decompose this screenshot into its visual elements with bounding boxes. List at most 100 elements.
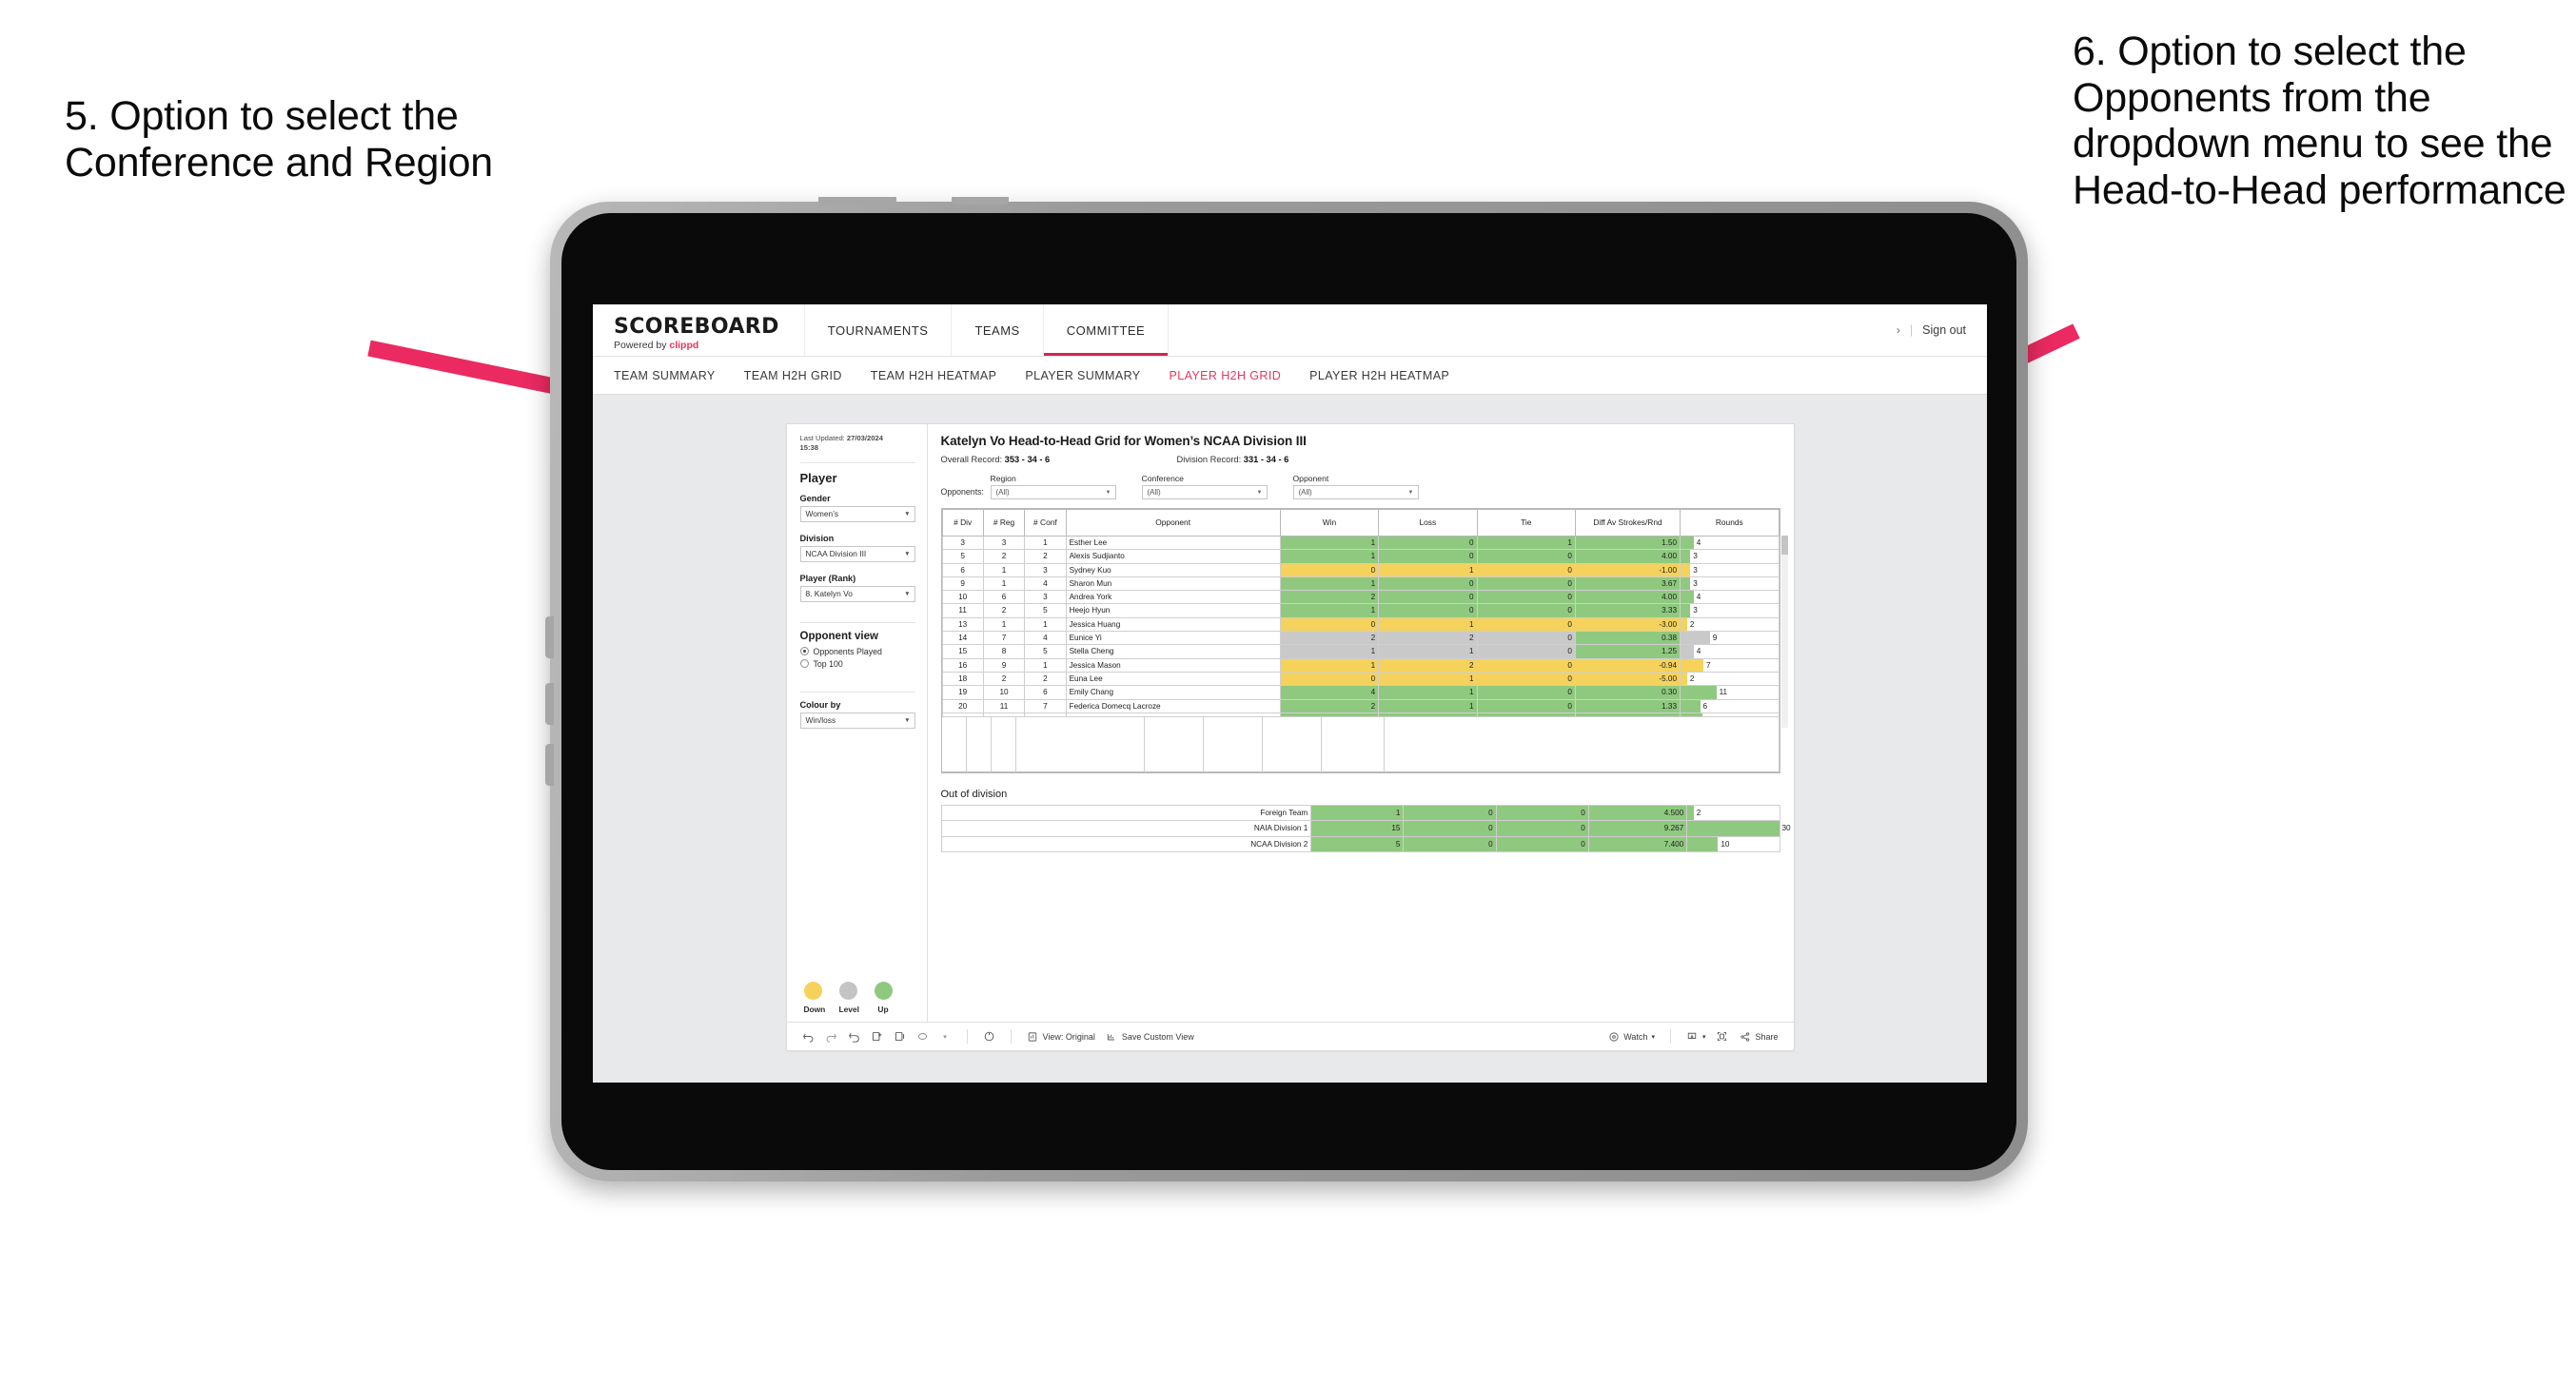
- list-item[interactable]: Foreign Team 1 0 0 4.500 2: [940, 804, 1780, 822]
- table-row[interactable]: 5 2 2 Alexis Sudjianto 1 0 0 4.00 3: [941, 549, 1780, 564]
- cell-opponent: [1065, 712, 1281, 717]
- cell-conf: 3: [1024, 590, 1067, 605]
- colour-by-select[interactable]: Win/loss ▼: [799, 712, 915, 729]
- rounds-bar: [1687, 836, 1719, 852]
- view-original-label: View: Original: [1042, 1031, 1095, 1042]
- cell-loss: 0: [1403, 820, 1497, 837]
- player-rank-value: 8. Katelyn Vo: [805, 589, 853, 598]
- table-row[interactable]: 10 6 3 Andrea York 2 0 0 4.00 4: [941, 590, 1780, 605]
- header-divider: |: [1909, 323, 1914, 337]
- radio-opponents-played[interactable]: Opponents Played: [799, 647, 915, 656]
- fullscreen-icon[interactable]: [1716, 1030, 1728, 1043]
- col-rounds: Rounds: [1680, 509, 1780, 537]
- list-item[interactable]: NCAA Division 2 5 0 0 7.400 10: [940, 835, 1780, 853]
- last-updated-label: Last Updated:: [799, 434, 847, 442]
- cell-conf: 2: [1024, 549, 1067, 564]
- opponent-select[interactable]: (All) ▼: [1292, 485, 1419, 499]
- filters-sidebar: Last Updated: 27/03/2024 15:38 Player Ge…: [787, 424, 928, 1022]
- grid-scrollbar-thumb[interactable]: [1780, 536, 1788, 555]
- cell-loss: 0: [1378, 576, 1478, 592]
- share-button[interactable]: Share: [1739, 1030, 1779, 1043]
- nav-tournaments[interactable]: TOURNAMENTS: [805, 304, 953, 356]
- redo-icon[interactable]: [825, 1030, 837, 1043]
- primary-nav: TOURNAMENTS TEAMS COMMITTEE: [805, 304, 1170, 356]
- division-select[interactable]: NCAA Division III ▼: [799, 545, 915, 562]
- download-button[interactable]: ▾: [1686, 1030, 1705, 1043]
- cell-div: [941, 712, 984, 717]
- refresh-icon[interactable]: [871, 1030, 883, 1043]
- cell-opponent: Eunice Yi: [1065, 631, 1281, 646]
- table-row[interactable]: 18 2 2 Euna Lee 0 1 0 -5.00 2: [941, 671, 1780, 687]
- cell-loss: 1: [1378, 685, 1478, 700]
- chevron-right-icon[interactable]: ›: [1897, 323, 1900, 337]
- cell-loss: 0: [1378, 549, 1478, 564]
- cell-win: [1279, 712, 1380, 717]
- pause-updates-icon[interactable]: [894, 1030, 906, 1043]
- cell-rounds: [1680, 712, 1780, 717]
- gender-select[interactable]: Women’s ▼: [799, 505, 915, 522]
- rounds-bar: [1681, 686, 1717, 699]
- undo-icon[interactable]: [802, 1030, 815, 1043]
- view-original-button[interactable]: View: Original: [1027, 1030, 1095, 1043]
- power-button[interactable]: [818, 197, 896, 205]
- tab-team-summary[interactable]: TEAM SUMMARY: [614, 369, 716, 382]
- table-row[interactable]: 19 10 6 Emily Chang 4 1 0 0.30 11: [941, 685, 1780, 700]
- sign-out-link[interactable]: Sign out: [1922, 323, 1966, 337]
- radio-icon: [799, 659, 809, 668]
- reset-icon[interactable]: [983, 1030, 995, 1043]
- tab-player-summary[interactable]: PLAYER SUMMARY: [1025, 369, 1140, 382]
- division-value: NCAA Division III: [805, 549, 867, 558]
- region-select[interactable]: (All) ▼: [990, 485, 1116, 499]
- tab-player-h2h-heatmap[interactable]: PLAYER H2H HEATMAP: [1309, 369, 1449, 382]
- tab-team-h2h-heatmap[interactable]: TEAM H2H HEATMAP: [871, 369, 997, 382]
- toolbar-divider-3: [1669, 1029, 1671, 1044]
- tab-player-h2h-grid[interactable]: PLAYER H2H GRID: [1170, 369, 1282, 382]
- player-rank-select[interactable]: 8. Katelyn Vo ▼: [799, 585, 915, 602]
- watch-label: Watch: [1623, 1031, 1648, 1042]
- volume-up-button[interactable]: [545, 616, 554, 658]
- filter-region: Region (All) ▼: [990, 474, 1116, 499]
- annotation-left-text: 5. Option to select the Conference and R…: [65, 93, 494, 185]
- nav-teams[interactable]: TEAMS: [952, 304, 1044, 356]
- grid-scrollbar[interactable]: [1780, 536, 1788, 728]
- cell-conf: 4: [1024, 631, 1067, 646]
- table-row[interactable]: 14 7 4 Eunice Yi 2 2 0 0.38 9: [941, 631, 1780, 646]
- radio-top-100[interactable]: Top 100: [799, 659, 915, 669]
- table-row[interactable]: 11 2 5 Heejo Hyun 1 0 0 3.33 3: [941, 603, 1780, 618]
- cell-opponent: Euna Lee: [1065, 671, 1281, 687]
- cell-loss: 2: [1378, 657, 1478, 673]
- highlight-icon[interactable]: [916, 1030, 929, 1043]
- volume-down-button[interactable]: [545, 683, 554, 725]
- cell-tie: 0: [1495, 804, 1589, 822]
- highlight-dropdown-icon[interactable]: ▾: [939, 1030, 952, 1043]
- table-row[interactable]: 20 11 7 Federica Domecq Lacroze 2 1 0 1.33 6: [941, 698, 1780, 713]
- cell-win: 1: [1279, 603, 1380, 618]
- mute-button[interactable]: [545, 744, 554, 786]
- cell-tie: 0: [1476, 562, 1576, 577]
- cell-loss: 1: [1378, 671, 1478, 687]
- table-row[interactable]: 15 8 5 Stella Cheng 1 1 0 1.25 4: [941, 644, 1780, 659]
- table-row[interactable]: 9 1 4 Sharon Mun 1 0 0 3.67 3: [941, 576, 1780, 592]
- table-row[interactable]: 3 3 1 Esther Lee 1 0 1 1.50 4: [941, 535, 1780, 551]
- cell-tie: 0: [1476, 616, 1576, 633]
- rounds-value: 2: [1689, 619, 1695, 629]
- rounds-value: 2: [1689, 673, 1695, 683]
- conference-select[interactable]: (All) ▼: [1141, 485, 1268, 499]
- table-row[interactable]: 16 9 1 Jessica Mason 1 2 0 -0.94 7: [941, 657, 1780, 673]
- tab-team-h2h-grid[interactable]: TEAM H2H GRID: [744, 369, 842, 382]
- h2h-grid-container: # Div # Reg # Conf Opponent Win Loss Tie…: [940, 508, 1788, 773]
- nav-committee[interactable]: COMMITTEE: [1043, 304, 1170, 356]
- save-custom-view-button[interactable]: Save Custom View: [1106, 1030, 1194, 1043]
- out-of-division-table: Foreign Team 1 0 0 4.500 2 NAIA Division 1 15 0 0…: [940, 804, 1791, 853]
- cell-conf: 1: [1024, 657, 1067, 673]
- table-row-partial[interactable]: [941, 712, 1780, 717]
- list-item[interactable]: NAIA Division 1 15 0 0 9.267 30: [940, 820, 1791, 837]
- watch-button[interactable]: Watch ▾: [1607, 1030, 1655, 1043]
- opponent-value: (All): [1298, 488, 1312, 497]
- app-logo[interactable]: SCOREBOARD Powered by clippd: [593, 304, 805, 356]
- revert-icon[interactable]: [848, 1030, 860, 1043]
- rounds-value: 9: [1712, 634, 1718, 643]
- table-row[interactable]: 6 1 3 Sydney Kuo 0 1 0 -1.00 3: [941, 562, 1780, 577]
- cell-conf: 1: [1024, 535, 1067, 551]
- table-row[interactable]: 13 1 1 Jessica Huang 0 1 0 -3.00 2: [941, 616, 1780, 633]
